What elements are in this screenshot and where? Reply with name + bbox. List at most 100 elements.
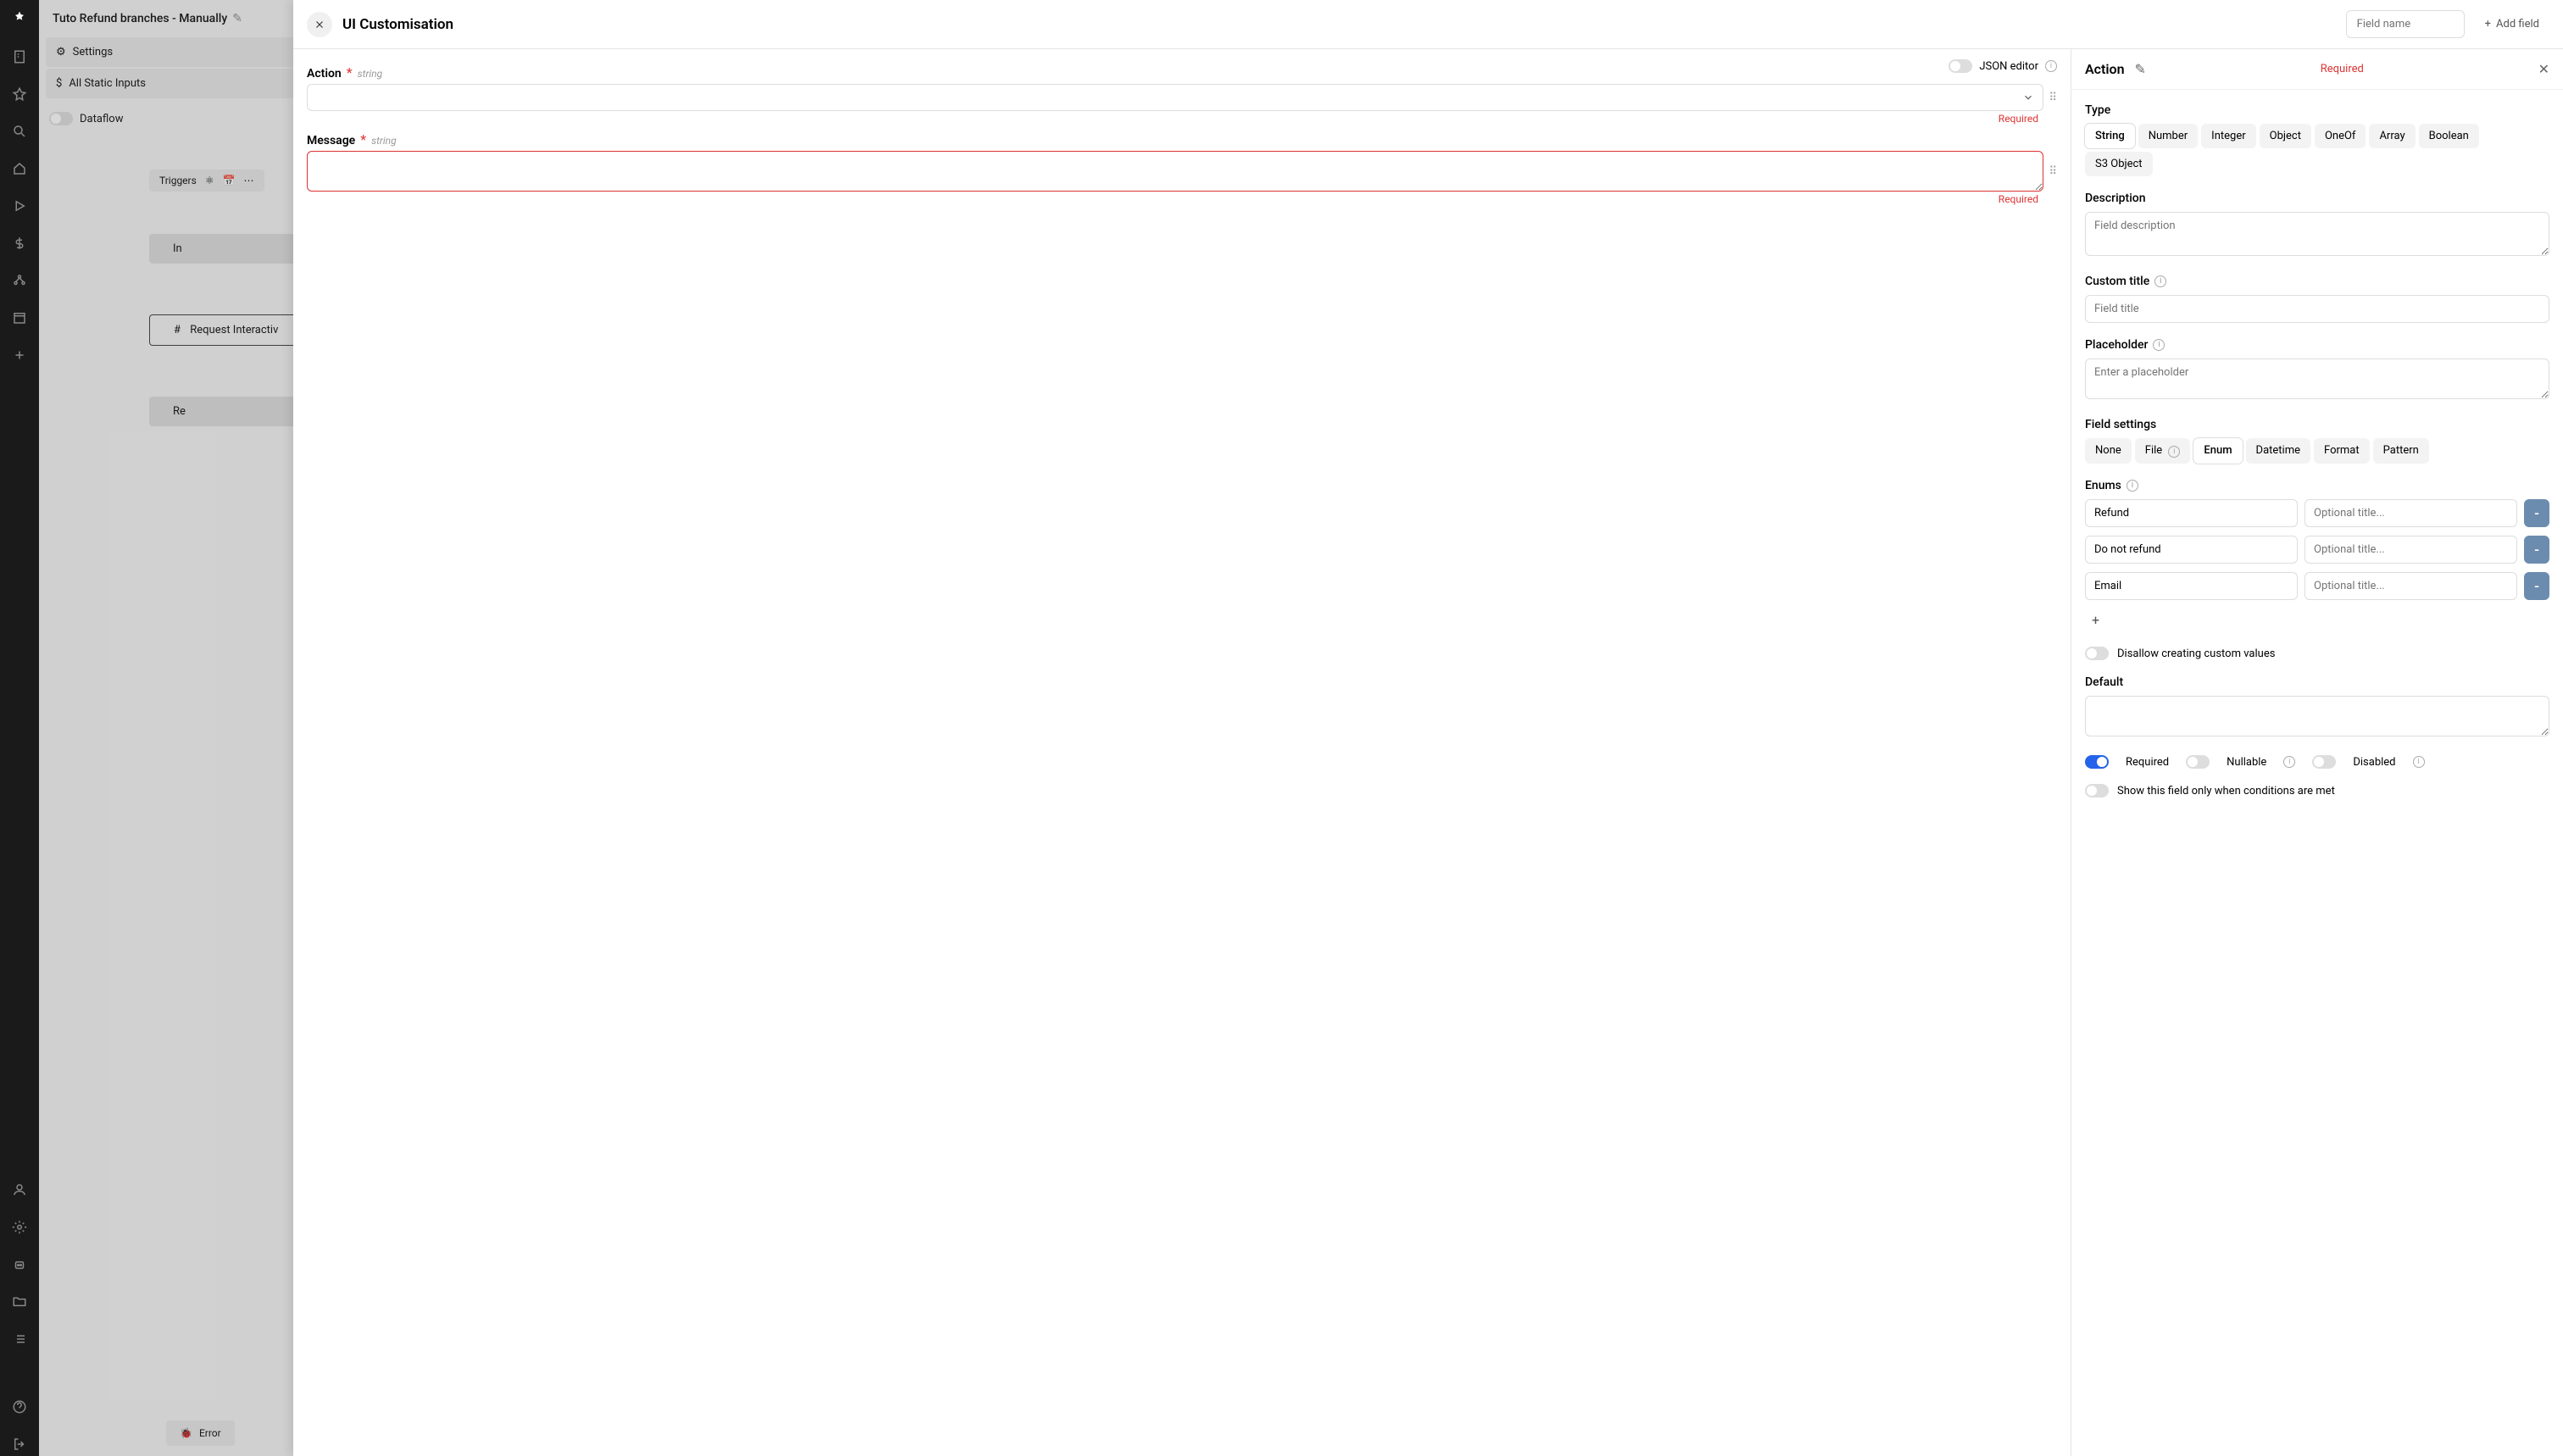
info-icon[interactable]: i [2283, 756, 2295, 768]
app-logo [11, 10, 28, 31]
type-number[interactable]: Number [2138, 124, 2198, 148]
info-icon[interactable]: i [2153, 339, 2165, 351]
bug-icon: 🐞 [180, 1427, 192, 1439]
nav-network-icon[interactable] [8, 269, 31, 292]
setting-format[interactable]: Format [2314, 438, 2370, 464]
error-handler[interactable]: 🐞 Error [166, 1420, 235, 1446]
nav-calendar-icon[interactable] [8, 306, 31, 330]
close-button[interactable] [307, 12, 332, 37]
default-input[interactable] [2085, 696, 2549, 736]
info-icon[interactable]: i [2127, 480, 2138, 492]
description-section: Description [2085, 192, 2549, 259]
type-integer[interactable]: Integer [2201, 124, 2255, 148]
message-textarea[interactable] [307, 151, 2043, 192]
field-message: Message* string ⠿ Required [307, 131, 2057, 205]
error-label: Error [199, 1427, 221, 1439]
info-icon[interactable]: i [2413, 756, 2425, 768]
type-array[interactable]: Array [2369, 124, 2415, 148]
nullable-toggle[interactable] [2186, 755, 2210, 769]
description-textarea[interactable] [2085, 212, 2549, 256]
json-editor-row: JSON editor i [1949, 59, 2057, 73]
node-request-interactive[interactable]: # Request Interactiv [149, 314, 303, 346]
info-icon: i [2168, 446, 2180, 458]
dataflow-toggle[interactable] [49, 112, 73, 125]
triggers-bar[interactable]: Triggers ⚛ 📅 ⋯ [149, 169, 264, 192]
default-section: Default [2085, 675, 2549, 740]
pencil-icon[interactable]: ✎ [2135, 61, 2146, 77]
nav-sidebar [0, 0, 39, 1456]
static-inputs-label: All Static Inputs [69, 77, 146, 90]
field-settings-section: Field settings None File i Enum Datetime… [2085, 418, 2549, 464]
enum-row: - [2085, 499, 2549, 527]
info-icon[interactable]: i [2154, 275, 2166, 287]
custom-title-input[interactable] [2085, 295, 2549, 323]
node-input[interactable]: In [149, 234, 303, 264]
remove-enum-button[interactable]: - [2524, 572, 2549, 600]
config-header: Action ✎ Required ✕ [2071, 49, 2563, 90]
json-editor-toggle[interactable] [1949, 59, 1972, 73]
custom-title-section: Custom title i [2085, 275, 2549, 323]
chevron-down-icon [2022, 92, 2034, 103]
nav-add-icon[interactable] [8, 343, 31, 367]
nav-robot-icon[interactable] [8, 1253, 31, 1276]
info-icon[interactable]: i [2045, 60, 2057, 72]
node-refund[interactable]: Re [149, 397, 303, 426]
action-select[interactable] [307, 84, 2043, 111]
setting-datetime[interactable]: Datetime [2246, 438, 2310, 464]
nav-exit-icon[interactable] [8, 1432, 31, 1456]
required-star: * [360, 131, 366, 147]
type-oneof[interactable]: OneOf [2315, 124, 2366, 148]
conditional-toggle[interactable] [2085, 784, 2109, 797]
required-star: * [347, 64, 353, 81]
add-field-button[interactable]: + Add field [2475, 11, 2549, 37]
type-boolean[interactable]: Boolean [2419, 124, 2479, 148]
nav-folder-icon[interactable] [8, 1290, 31, 1314]
nav-dollar-icon[interactable] [8, 231, 31, 255]
nav-search-icon[interactable] [8, 119, 31, 143]
add-enum-button[interactable]: + [2085, 609, 2549, 631]
required-toggle-label: Required [2126, 756, 2169, 769]
drag-handle-icon[interactable]: ⠿ [2049, 165, 2057, 178]
nav-user-icon[interactable] [8, 1178, 31, 1202]
enum-title-input[interactable] [2304, 572, 2517, 600]
message-required-hint: Required [307, 193, 2038, 205]
nav-help-icon[interactable] [8, 1395, 31, 1419]
setting-file[interactable]: File i [2135, 438, 2191, 464]
enum-title-input[interactable] [2304, 499, 2517, 527]
pencil-icon[interactable]: ✎ [232, 12, 242, 25]
custom-title-label: Custom title [2085, 275, 2149, 288]
remove-enum-button[interactable]: - [2524, 499, 2549, 527]
disallow-custom-toggle[interactable] [2085, 647, 2109, 660]
nav-play-icon[interactable] [8, 194, 31, 218]
field-name-input[interactable] [2346, 10, 2465, 38]
trigger-webhook-icon: ⚛ [205, 175, 214, 186]
nav-home-icon[interactable] [8, 157, 31, 181]
nav-star-icon[interactable] [8, 82, 31, 106]
setting-pattern[interactable]: Pattern [2373, 438, 2429, 464]
drag-handle-icon[interactable]: ⠿ [2049, 92, 2057, 104]
setting-none[interactable]: None [2085, 438, 2132, 464]
disabled-toggle[interactable] [2312, 755, 2336, 769]
type-object[interactable]: Object [2260, 124, 2311, 148]
setting-enum[interactable]: Enum [2193, 438, 2242, 464]
ui-customisation-modal: UI Customisation + Add field JSON editor… [293, 0, 2563, 1456]
type-string[interactable]: String [2085, 124, 2135, 148]
enum-value-input[interactable] [2085, 499, 2298, 527]
required-toggle[interactable] [2085, 755, 2109, 769]
trigger-more-icon: ⋯ [244, 175, 254, 186]
enum-title-input[interactable] [2304, 536, 2517, 564]
config-title: Action [2085, 61, 2125, 77]
close-config-button[interactable]: ✕ [2538, 61, 2549, 77]
type-s3object[interactable]: S3 Object [2085, 152, 2153, 176]
modal-header: UI Customisation + Add field [293, 0, 2563, 49]
enum-value-input[interactable] [2085, 572, 2298, 600]
enum-value-input[interactable] [2085, 536, 2298, 564]
remove-enum-button[interactable]: - [2524, 536, 2549, 564]
nav-list-icon[interactable] [8, 1327, 31, 1351]
trigger-schedule-icon: 📅 [223, 175, 236, 186]
bottom-toggles: Required Nullable i Disabled i [2085, 755, 2549, 769]
action-type-hint: string [358, 68, 383, 80]
placeholder-input[interactable] [2085, 358, 2549, 399]
nav-gear-icon[interactable] [8, 1215, 31, 1239]
nav-building-icon[interactable] [8, 45, 31, 69]
